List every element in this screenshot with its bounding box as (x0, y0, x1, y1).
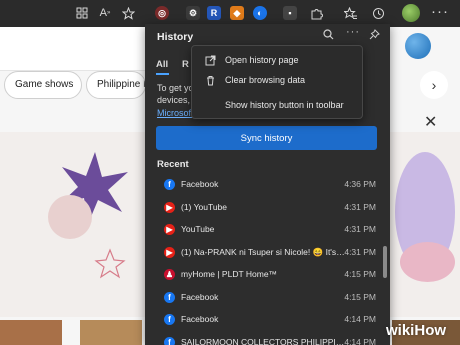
apps-icon[interactable] (73, 4, 91, 22)
facebook-icon: f (164, 336, 175, 345)
history-item[interactable]: ▶ (1) YouTube 4:31 PM (145, 197, 390, 219)
history-item-title: myHome | PLDT Home™ (181, 269, 278, 279)
history-item-time: 4:36 PM (344, 179, 376, 189)
wikihow-watermark: wikiHow (386, 322, 446, 339)
tab-all[interactable]: All (156, 59, 168, 70)
history-item-time: 4:31 PM (344, 246, 376, 257)
watermark-wiki: wiki (386, 322, 415, 339)
history-item[interactable]: ▶ YouTube 4:31 PM (145, 219, 390, 241)
history-item-title: YouTube (181, 224, 215, 234)
more-options-icon[interactable]: ··· (431, 3, 449, 20)
search-icon[interactable] (323, 29, 334, 43)
history-scrollbar[interactable] (383, 246, 387, 278)
history-item-time: 4:15 PM (344, 269, 376, 279)
pin-icon[interactable] (369, 29, 380, 43)
history-icon[interactable] (369, 4, 387, 22)
read-aloud-icon[interactable]: A» (96, 4, 114, 22)
chip-philippine[interactable]: Philippine N (86, 71, 146, 99)
history-item[interactable]: f SAILORMOON COLLECTORS PHILIPPINES | …4:… (145, 332, 390, 345)
menu-label-show-history-button: Show history button in toolbar (225, 100, 344, 110)
tab-active-indicator (156, 73, 169, 75)
history-item-time: 4:31 PM (344, 201, 376, 212)
youtube-icon: ▶ (164, 201, 175, 213)
open-external-icon (204, 54, 216, 66)
extension-r-icon[interactable]: R (207, 6, 221, 20)
page-search-area[interactable] (0, 27, 150, 71)
history-more-menu: Open history page Clear browsing data Sh… (191, 45, 363, 119)
thumbnail-2[interactable] (80, 320, 142, 345)
sync-history-button[interactable]: Sync history (156, 126, 377, 150)
history-item-title: (1) Na-PRANK ni Tsuper si Nicole! 😄 It's… (181, 246, 346, 257)
extension-shield-icon[interactable]: ◐ (253, 6, 267, 20)
history-item[interactable]: ▶ (1) Na-PRANK ni Tsuper si Nicole! 😄 It'… (145, 242, 390, 264)
youtube-icon: ▶ (164, 224, 175, 235)
chip-next-arrow-icon[interactable]: › (420, 71, 448, 99)
toolbar-icon (204, 99, 216, 111)
favorites-star-icon[interactable] (119, 4, 137, 22)
menu-item-open-history-page[interactable]: Open history page (192, 49, 364, 71)
extension-fox-icon[interactable]: ◆ (230, 6, 244, 20)
page-close-icon[interactable]: ✕ (424, 112, 437, 132)
youtube-icon: ▶ (164, 246, 175, 258)
extension-circle-icon[interactable]: ◎ (155, 6, 169, 20)
history-item-time: 4:31 PM (344, 224, 376, 234)
pldt-icon: ♟ (164, 269, 175, 280)
hero-blob-pink (400, 242, 455, 282)
history-item-title: SAILORMOON COLLECTORS PHILIPPINES | … (181, 336, 346, 345)
hero-decoration-left (48, 152, 128, 279)
watermark-how: How (414, 322, 447, 339)
history-item-time: 4:15 PM (344, 291, 376, 302)
puzzle-icon[interactable] (307, 4, 325, 22)
extension-settings-icon[interactable]: ⚙ (186, 6, 200, 20)
menu-item-show-history-button[interactable]: Show history button in toolbar (192, 94, 364, 116)
history-item[interactable]: ♟ myHome | PLDT Home™ 4:15 PM (145, 264, 390, 286)
facebook-icon: f (164, 179, 175, 190)
history-item-title: Facebook (181, 291, 219, 302)
extension-grey-icon[interactable]: ▪ (283, 6, 297, 20)
favorites-icon[interactable] (341, 4, 359, 22)
recent-section-heading: Recent (157, 159, 189, 170)
tab-recently-closed[interactable]: R (182, 59, 189, 70)
globe-icon[interactable] (405, 33, 431, 59)
more-options-icon[interactable]: ··· (346, 26, 360, 38)
sync-learn-more-link[interactable]: Microsoft (157, 108, 194, 118)
history-item[interactable]: f Facebook 4:36 PM (145, 174, 390, 196)
history-item[interactable]: f Facebook 4:14 PM (145, 309, 390, 331)
history-panel-title: History (157, 31, 194, 43)
facebook-icon: f (164, 314, 175, 325)
profile-avatar[interactable] (402, 4, 420, 22)
facebook-icon: f (164, 291, 175, 303)
chip-game-shows[interactable]: Game shows (4, 71, 82, 99)
history-item[interactable]: f Facebook 4:15 PM (145, 287, 390, 309)
menu-item-clear-browsing-data[interactable]: Clear browsing data (192, 69, 364, 91)
history-item-time: 4:14 PM (344, 336, 376, 345)
menu-label-clear-browsing-data: Clear browsing data (225, 75, 306, 85)
trash-icon (204, 74, 216, 86)
history-item-title: Facebook (181, 314, 219, 324)
browser-toolbar: A» ◎ ⚙ R ◆ ◐ ▪ ··· (0, 0, 460, 27)
menu-label-open-history-page: Open history page (225, 55, 299, 65)
history-item-time: 4:14 PM (344, 314, 376, 324)
thumbnail-1[interactable] (0, 320, 62, 345)
history-item-title: (1) YouTube (181, 201, 227, 212)
history-item-title: Facebook (181, 179, 219, 189)
